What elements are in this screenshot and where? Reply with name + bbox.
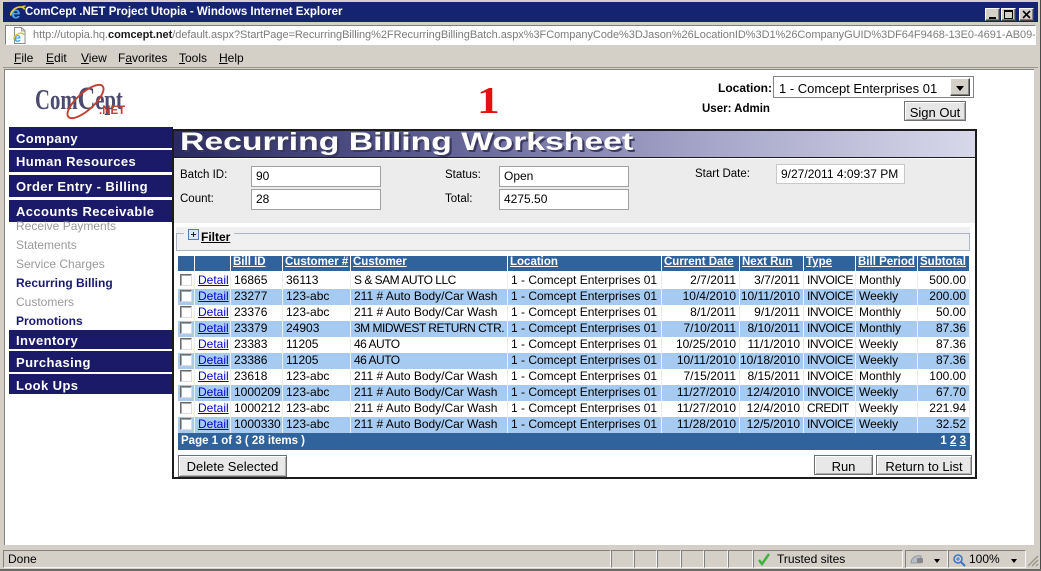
svg-text:.NET: .NET (99, 105, 125, 117)
